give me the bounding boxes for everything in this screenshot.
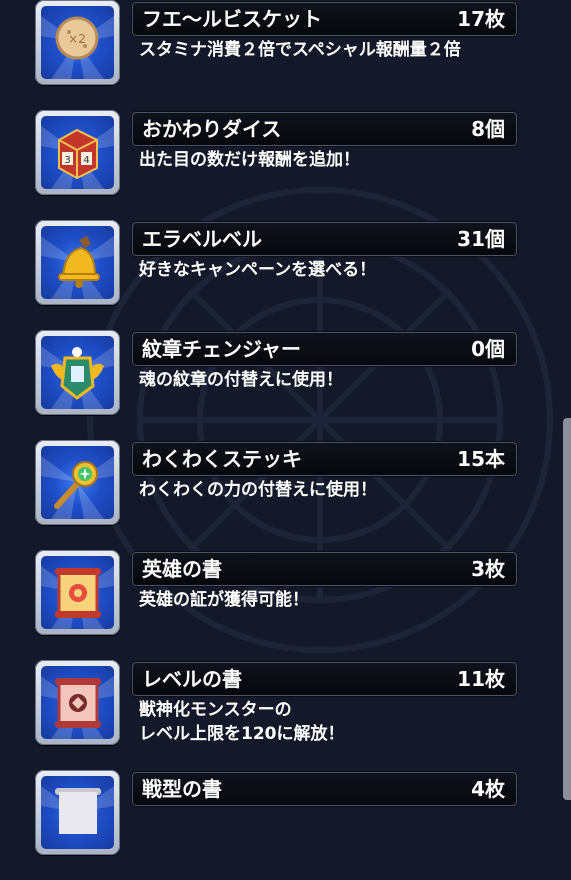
item-name: エラベルベル (142, 227, 262, 251)
item-description: 魂の紋章の付替えに使用！ (139, 370, 343, 390)
item-name: フエ〜ルビスケット (142, 7, 322, 31)
item-icon-frame (35, 770, 120, 855)
svg-text:4: 4 (83, 155, 89, 166)
hero-scroll-icon (41, 556, 114, 629)
item-count: 0個 (471, 337, 505, 361)
item-name-bar: わくわくステッキ 15本 (132, 442, 517, 476)
item-name-bar: 紋章チェンジャー 0個 (132, 332, 517, 366)
item-name: おかわりダイス (142, 117, 282, 141)
item-count: 11枚 (457, 667, 505, 691)
item-description: 好きなキャンペーンを選べる！ (139, 260, 377, 280)
item-description: 出た目の数だけ報酬を追加！ (139, 150, 360, 170)
item-icon-frame (35, 330, 120, 415)
item-name-bar: レベルの書 11枚 (132, 662, 517, 696)
item-name: わくわくステッキ (142, 447, 302, 471)
item-name-bar: おかわりダイス 8個 (132, 112, 517, 146)
item-icon-frame (35, 220, 120, 305)
item-icon-frame: ×2 (35, 0, 120, 85)
battle-scroll-icon (41, 776, 114, 849)
item-description: 英雄の証が獲得可能！ (139, 590, 309, 610)
emblem-changer-icon (41, 336, 114, 409)
biscuit-icon: ×2 (41, 6, 114, 79)
item-name: 戦型の書 (142, 777, 222, 801)
list-item[interactable]: ×2 フエ〜ルビスケット 17枚 スタミナ消費２倍でスペシャル報酬量２倍 (0, 0, 560, 110)
item-count: 8個 (471, 117, 505, 141)
item-name: レベルの書 (142, 667, 242, 691)
item-name: 英雄の書 (142, 557, 222, 581)
item-count: 31個 (457, 227, 505, 251)
item-count: 15本 (457, 447, 505, 471)
list-item[interactable]: エラベルベル 31個 好きなキャンペーンを選べる！ (0, 220, 560, 330)
item-description: 獣神化モンスターの レベル上限を120に解放！ (139, 700, 345, 744)
list-item[interactable]: 戦型の書 4枚 (0, 770, 560, 880)
item-name: 紋章チェンジャー (142, 337, 301, 361)
list-item[interactable]: 英雄の書 3枚 英雄の証が獲得可能！ (0, 550, 560, 660)
item-icon-frame (35, 550, 120, 635)
list-item[interactable]: わくわくステッキ 15本 わくわくの力の付替えに使用！ (0, 440, 560, 550)
item-name-bar: フエ〜ルビスケット 17枚 (132, 2, 517, 36)
item-count: 3枚 (471, 557, 505, 581)
list-item[interactable]: 紋章チェンジャー 0個 魂の紋章の付替えに使用！ (0, 330, 560, 440)
item-icon-frame: 3 4 (35, 110, 120, 195)
wand-icon (41, 446, 114, 519)
item-list[interactable]: ×2 フエ〜ルビスケット 17枚 スタミナ消費２倍でスペシャル報酬量２倍 3 4 (0, 0, 571, 855)
svg-text:×2: ×2 (68, 32, 86, 46)
dice-icon: 3 4 (41, 116, 114, 189)
item-count: 17枚 (457, 7, 505, 31)
item-name-bar: エラベルベル 31個 (132, 222, 517, 256)
level-scroll-icon (41, 666, 114, 739)
item-icon-frame (35, 440, 120, 525)
item-icon-frame (35, 660, 120, 745)
item-description: わくわくの力の付替えに使用！ (139, 480, 377, 500)
scrollbar[interactable] (563, 418, 571, 800)
list-item[interactable]: 3 4 おかわりダイス 8個 出た目の数だけ報酬を追加！ (0, 110, 560, 220)
item-name-bar: 英雄の書 3枚 (132, 552, 517, 586)
bell-icon (41, 226, 114, 299)
item-count: 4枚 (471, 777, 505, 801)
svg-text:3: 3 (64, 155, 70, 166)
item-name-bar: 戦型の書 4枚 (132, 772, 517, 806)
list-item[interactable]: レベルの書 11枚 獣神化モンスターの レベル上限を120に解放！ (0, 660, 560, 770)
item-description: スタミナ消費２倍でスペシャル報酬量２倍 (139, 40, 461, 60)
